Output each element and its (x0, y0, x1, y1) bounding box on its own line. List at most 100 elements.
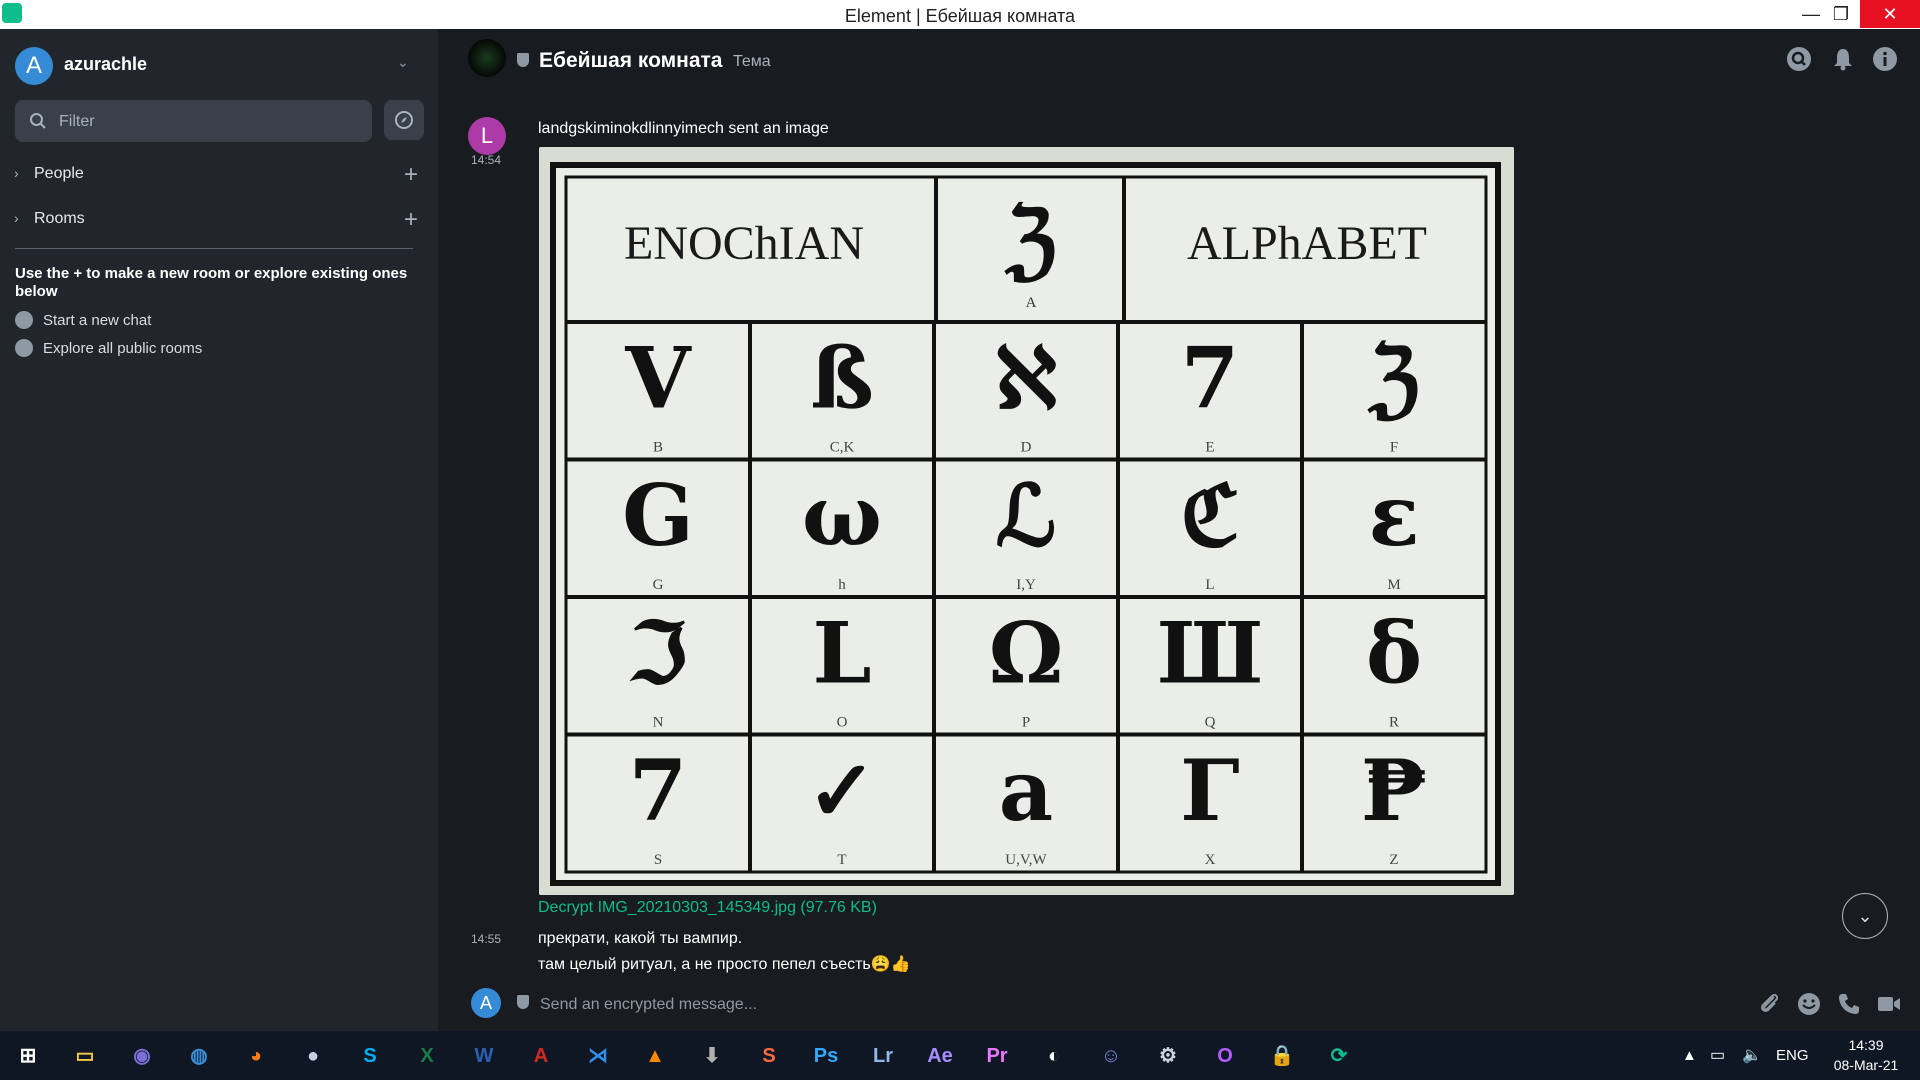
composer-avatar[interactable]: A (471, 988, 501, 1018)
event-text: landgskiminokdlinnyimech sent an image (538, 120, 829, 137)
windows-taskbar: ⊞ ▭ ◉ ◍ ◕ ● S X W A ⋊ ▲ ⬇ S Ps Lr Ae Pr ◐ ☺ ⚙ O 🔒 ⟳ ▲ ▭ 🔈 ENG 1… (0, 1031, 1920, 1080)
chevron-down-icon[interactable]: ⌄ (397, 54, 409, 71)
section-rooms[interactable]: › Rooms (14, 210, 85, 228)
taskbar-app-vlc[interactable]: ▲ (629, 1035, 681, 1077)
element-icon: ⟳ (1330, 1045, 1348, 1067)
enochian-glyph: Γ (1180, 741, 1240, 840)
enochian-glyph: ₱ (1361, 741, 1427, 840)
latin-letter-label: L (1205, 577, 1214, 593)
bell-icon[interactable] (1830, 46, 1856, 72)
phone-icon[interactable] (1836, 991, 1862, 1017)
message-body: там целый ритуал, а не просто пепел съес… (538, 956, 911, 973)
video-icon[interactable] (1876, 991, 1902, 1017)
compass-icon (395, 111, 413, 129)
taskbar-app-sublime[interactable]: S (743, 1035, 795, 1077)
search-icon[interactable] (1786, 46, 1812, 72)
enochian-glyph: V (624, 328, 692, 427)
taskbar-app-vpn[interactable]: 🔒 (1256, 1035, 1308, 1077)
username[interactable]: azurachle (64, 54, 147, 75)
taskbar-app-acrobat[interactable]: A (515, 1035, 567, 1077)
add-people-button[interactable]: + (404, 163, 418, 187)
enochian-glyph: G (622, 466, 694, 565)
latin-letter-label: U,V,W (1005, 852, 1047, 868)
taskbar-app-premiere[interactable]: Pr (971, 1035, 1023, 1077)
letter-a: A (1026, 295, 1037, 311)
lightroom-icon: Lr (873, 1045, 893, 1067)
chevron-right-icon: › (14, 165, 19, 181)
clock[interactable]: 14:39 08-Mar-21 (1818, 1035, 1914, 1075)
taskbar-app-file-explorer[interactable]: ▭ (59, 1035, 111, 1077)
enochian-glyph: ℨ (1367, 328, 1420, 427)
taskbar-app-lightroom[interactable]: Lr (857, 1035, 909, 1077)
paperclip-icon[interactable] (1756, 991, 1782, 1017)
latin-letter-label: O (837, 715, 848, 731)
image-title-left: ENOChIAN (624, 217, 864, 270)
vscode-icon: ⋊ (588, 1045, 608, 1067)
taskbar-app-element[interactable]: ⟳ (1313, 1035, 1365, 1077)
word-icon: W (474, 1045, 494, 1067)
user-avatar[interactable]: A (15, 47, 53, 85)
timestamp: 14:55 (471, 932, 502, 946)
taskbar-app-word[interactable]: W (458, 1035, 510, 1077)
taskbar-app-opera[interactable]: O (1199, 1035, 1251, 1077)
browser-blue-icon: ◍ (190, 1045, 208, 1067)
enochian-glyph: ω (802, 466, 882, 565)
taskbar-app-steam[interactable]: ⚙ (1142, 1035, 1194, 1077)
chat-bubble-icon (15, 311, 33, 329)
section-people[interactable]: › People (14, 165, 84, 183)
explore-button[interactable] (384, 100, 424, 140)
window-title: Element | Ебейшая комната (844, 6, 1076, 26)
jump-to-bottom-button[interactable]: ⌄ (1842, 893, 1888, 939)
acrobat-icon: A (533, 1045, 549, 1067)
latin-letter-label: R (1389, 715, 1399, 731)
message-image[interactable]: ENOChIAN ALPhABET ℨ A V Bß C,K ℵ D 7 E ℨ F G Gω h ℒ I… (539, 147, 1514, 895)
room-topic[interactable]: Тема (733, 53, 771, 71)
discord-icon: ☺ (1100, 1045, 1122, 1067)
image-title-right: ALPhABET (1187, 217, 1427, 270)
taskbar-app-after-effects[interactable]: Ae (914, 1035, 966, 1077)
close-button[interactable]: ✕ (1860, 0, 1920, 28)
taskbar-app-browser-blue[interactable]: ◍ (173, 1035, 225, 1077)
taskbar-app-discord[interactable]: ☺ (1085, 1035, 1137, 1077)
taskbar-app-excel[interactable]: X (401, 1035, 453, 1077)
latin-letter-label: C,K (830, 440, 855, 456)
enochian-glyph: δ (1366, 603, 1422, 702)
decrypt-link[interactable]: Decrypt IMG_20210303_145349.jpg (97.76 K… (538, 899, 877, 917)
taskbar-app-vscode[interactable]: ⋊ (572, 1035, 624, 1077)
taskbar-app-download[interactable]: ⬇ (686, 1035, 738, 1077)
link-label: Explore all public rooms (43, 340, 203, 357)
premiere-icon: Pr (986, 1045, 1008, 1067)
tray-overflow-arrow[interactable]: ▲ (1682, 1031, 1697, 1080)
message-composer[interactable] (538, 991, 1562, 1019)
start-chat-link[interactable]: Start a new chat (15, 311, 151, 329)
latin-letter-label: D (1021, 440, 1032, 456)
link-label: Start a new chat (43, 312, 152, 329)
chevron-right-icon: › (14, 210, 19, 226)
language-indicator[interactable]: ENG (1776, 1031, 1809, 1080)
add-room-button[interactable]: + (404, 208, 418, 232)
enochian-glyph: 7 (1181, 328, 1239, 427)
latin-letter-label: Z (1389, 852, 1398, 868)
network-icon[interactable]: ▭ (1710, 1031, 1725, 1080)
sublime-icon: S (762, 1045, 776, 1067)
taskbar-app-firefox[interactable]: ◕ (230, 1035, 282, 1077)
shield-icon (517, 995, 529, 1009)
enochian-glyph: 7 (629, 741, 687, 840)
room-avatar[interactable] (468, 39, 506, 77)
info-icon[interactable] (1872, 46, 1898, 72)
room-name[interactable]: Ебейшая комната (539, 49, 722, 73)
emoji-icon[interactable] (1796, 991, 1822, 1017)
taskbar-app-start[interactable]: ⊞ (2, 1035, 54, 1077)
taskbar-app-obs[interactable]: ◐ (1028, 1035, 1080, 1077)
taskbar-app-skype[interactable]: S (344, 1035, 396, 1077)
filter-input[interactable] (57, 108, 361, 136)
volume-icon[interactable]: 🔈 (1742, 1031, 1762, 1080)
filter-box[interactable] (15, 100, 372, 142)
explore-rooms-link[interactable]: Explore all public rooms (15, 339, 202, 357)
restore-button[interactable]: ❐ (1820, 0, 1862, 28)
taskbar-app-moon[interactable]: ● (287, 1035, 339, 1077)
enochian-glyph: a (999, 741, 1053, 840)
taskbar-app-bittorrent[interactable]: ◉ (116, 1035, 168, 1077)
sender-avatar[interactable]: L (468, 117, 506, 155)
taskbar-app-photoshop[interactable]: Ps (800, 1035, 852, 1077)
